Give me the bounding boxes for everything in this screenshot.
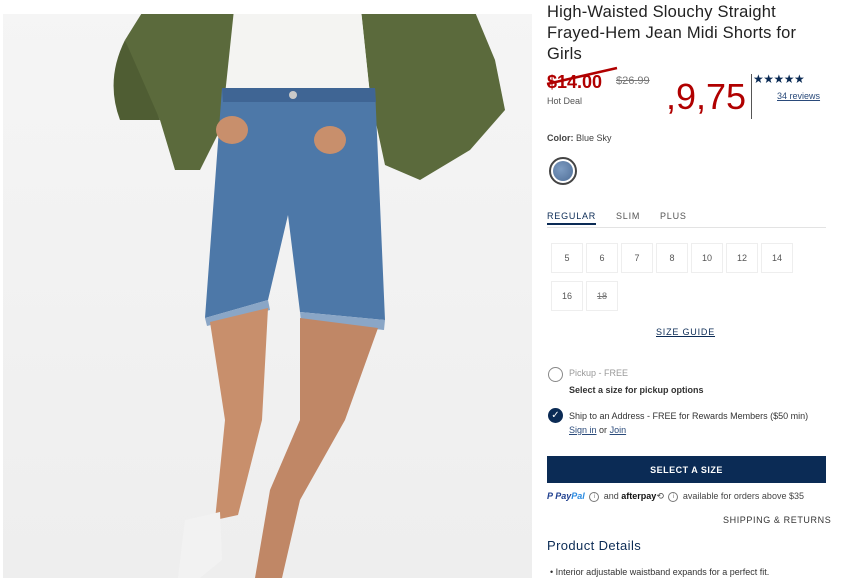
or-text: or — [599, 425, 608, 435]
checkmark-icon: ✓ — [551, 410, 560, 421]
color-value: Blue Sky — [576, 133, 612, 143]
product-image — [0, 0, 532, 578]
details-bullet-text: Interior adjustable waistband expands fo… — [555, 567, 770, 577]
price-divider — [751, 74, 752, 119]
tabs-divider — [547, 227, 826, 228]
paypal-info-icon[interactable]: i — [589, 491, 600, 502]
original-price: $26.99 — [616, 75, 650, 87]
tab-regular[interactable]: REGULAR — [547, 211, 597, 225]
size-button-7[interactable]: 7 — [621, 243, 653, 273]
ship-label: Ship to an Address - FREE for Rewards Me… — [569, 411, 809, 421]
paypal-text-1: Pay — [555, 491, 572, 501]
details-bullet: • Interior adjustable waistband expands … — [550, 567, 769, 577]
photo-top-strip — [0, 0, 532, 14]
ship-to-address-text: Ship to an Address - FREE for Rewards Me… — [569, 409, 827, 437]
size-guide-link[interactable]: SIZE GUIDE — [656, 327, 715, 337]
product-details-heading: Product Details — [547, 538, 642, 553]
color-label: Color: — [547, 133, 574, 143]
size-button-16[interactable]: 16 — [551, 281, 583, 311]
size-button-18-unavailable[interactable]: 18 — [586, 281, 618, 311]
bullet-dot-icon: • — [550, 567, 554, 577]
afterpay-loop-icon: ⟲ — [656, 491, 664, 501]
size-button-12[interactable]: 12 — [726, 243, 758, 273]
payment-options-row: P PayPal i and afterpay⟲ i available for… — [547, 491, 804, 502]
afterpay-logo: afterpay — [621, 491, 657, 501]
paypal-logo: P PayPal — [547, 491, 587, 501]
size-button-5[interactable]: 5 — [551, 243, 583, 273]
pickup-label: Pickup - FREE — [569, 368, 629, 378]
photo-left-edge — [0, 0, 3, 578]
color-swatch-blue-sky[interactable] — [549, 157, 577, 185]
ship-radio-checked[interactable]: ✓ — [548, 408, 563, 423]
paypal-p-icon: P — [547, 491, 553, 501]
model-illustration — [113, 0, 505, 578]
join-link[interactable]: Join — [610, 425, 627, 435]
old-sale-price: $14.00 — [547, 72, 603, 92]
tab-plus[interactable]: PLUS — [660, 211, 687, 221]
rating-stars-icon: ★★★★★ — [753, 72, 805, 86]
sign-in-link[interactable]: Sign in — [569, 425, 597, 435]
color-label-row: Color: Blue Sky — [547, 133, 612, 143]
tab-slim[interactable]: SLIM — [616, 211, 640, 221]
select-size-button[interactable]: SELECT A SIZE — [547, 456, 826, 483]
product-title: High-Waisted Slouchy Straight Frayed-Hem… — [547, 3, 797, 63]
size-button-6[interactable]: 6 — [586, 243, 618, 273]
reviews-link[interactable]: 34 reviews — [777, 91, 820, 101]
payment-suffix: available for orders above $35 — [682, 491, 804, 501]
swatch-fill — [553, 161, 573, 181]
pickup-message: Select a size for pickup options — [569, 385, 704, 395]
size-button-8[interactable]: 8 — [656, 243, 688, 273]
afterpay-info-icon[interactable]: i — [668, 491, 679, 502]
and-text: and — [603, 491, 619, 501]
shipping-returns-link[interactable]: SHIPPING & RETURNS — [723, 515, 831, 525]
new-price: ,9,75 — [666, 76, 747, 117]
size-button-10[interactable]: 10 — [691, 243, 723, 273]
pickup-radio[interactable] — [548, 367, 563, 382]
hot-deal-badge: Hot Deal — [547, 96, 583, 106]
size-button-14[interactable]: 14 — [761, 243, 793, 273]
paypal-text-2: Pal — [571, 491, 585, 501]
